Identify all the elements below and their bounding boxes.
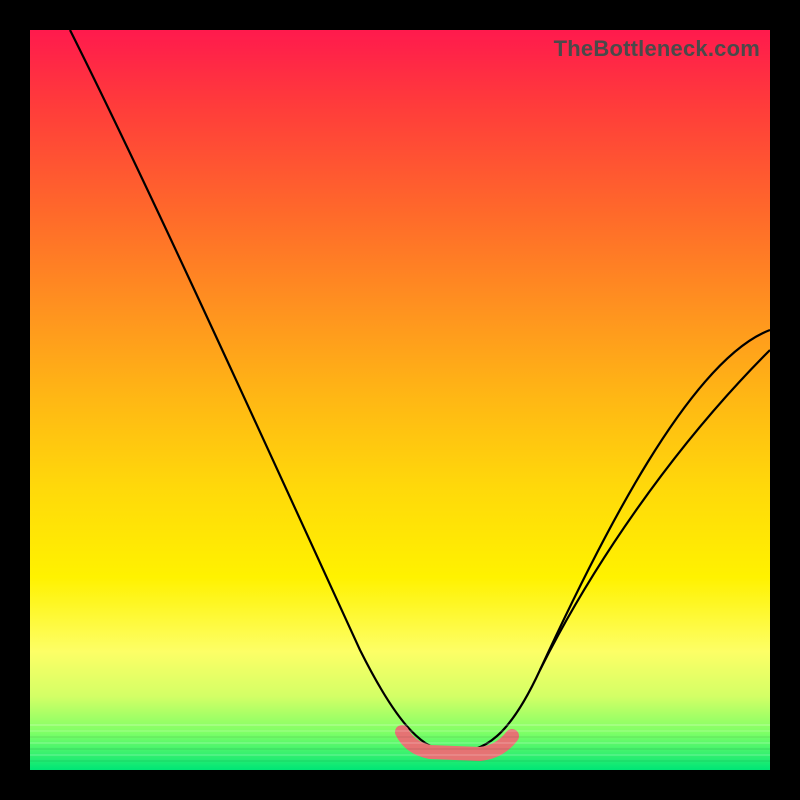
chart-frame: TheBottleneck.com <box>0 0 800 800</box>
bottleneck-curve <box>70 30 770 752</box>
chart-svg <box>30 30 770 770</box>
bottleneck-curve-right <box>540 350 770 670</box>
plot-area: TheBottleneck.com <box>30 30 770 770</box>
